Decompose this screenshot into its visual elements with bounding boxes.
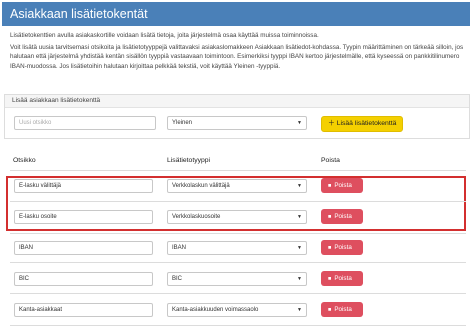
row-divider: [10, 293, 466, 294]
intro-paragraph-1: Lisätietokenttien avulla asiakaskortille…: [10, 32, 319, 39]
column-header-title: Otsikko: [13, 157, 36, 164]
intro-paragraph-2: Voit lisätä uusia tarvitsemasi otsikoita…: [10, 44, 464, 70]
delete-button-label: Poista: [334, 306, 352, 313]
caret-down-icon: ▼: [297, 120, 302, 126]
row-type-select[interactable]: Verkkolaskun välittäjä ▼: [167, 179, 307, 193]
new-type-select[interactable]: Yleinen ▼: [167, 116, 307, 130]
add-field-button[interactable]: ＋ Lisää lisätietokenttä: [321, 116, 403, 132]
delete-button-label: Poista: [334, 213, 352, 220]
delete-button[interactable]: ■ Poista: [321, 271, 363, 286]
row-type-select[interactable]: Kanta-asiakkuuden voimassaolo ▼: [167, 303, 307, 317]
trash-icon: ■: [328, 245, 332, 251]
row-type-value: Verkkolaskuosoite: [172, 214, 221, 220]
row-type-select[interactable]: IBAN ▼: [167, 241, 307, 255]
add-panel-title: Lisää asiakkaan lisätietokenttä: [5, 95, 469, 108]
trash-icon: ■: [328, 214, 332, 220]
row-title-input[interactable]: Kanta-asiakkaat: [14, 303, 153, 317]
intro-text: Lisätietokenttien avulla asiakaskortille…: [10, 31, 468, 74]
row-divider: [10, 201, 466, 202]
row-title-input[interactable]: E-lasku osoite: [14, 210, 153, 224]
new-title-input[interactable]: Uusi otsikko: [14, 116, 156, 130]
add-field-button-label: Lisää lisätietokenttä: [336, 120, 397, 127]
delete-button-label: Poista: [334, 275, 352, 282]
row-type-value: Kanta-asiakkuuden voimassaolo: [172, 307, 259, 313]
delete-button-label: Poista: [334, 244, 352, 251]
caret-down-icon: ▼: [297, 183, 302, 189]
row-title-input[interactable]: E-lasku välittäjä: [14, 179, 153, 193]
column-header-type: Lisätietotyyppi: [167, 157, 211, 164]
delete-button[interactable]: ■ Poista: [321, 302, 363, 317]
row-type-select[interactable]: BIC ▼: [167, 272, 307, 286]
delete-button-label: Poista: [334, 182, 352, 189]
row-type-value: BIC: [172, 276, 183, 282]
new-type-value: Yleinen: [172, 120, 193, 126]
delete-button[interactable]: ■ Poista: [321, 240, 363, 255]
column-header-remove: Poista: [321, 157, 340, 164]
row-title-input[interactable]: BIC: [14, 272, 153, 286]
caret-down-icon: ▼: [297, 245, 302, 251]
caret-down-icon: ▼: [297, 276, 302, 282]
delete-button[interactable]: ■ Poista: [321, 178, 363, 193]
delete-button[interactable]: ■ Poista: [321, 209, 363, 224]
row-divider: [10, 325, 466, 326]
page-header: Asiakkaan lisätietokentät: [2, 2, 470, 26]
row-type-select[interactable]: Verkkolaskuosoite ▼: [167, 210, 307, 224]
trash-icon: ■: [328, 307, 332, 313]
row-title-input[interactable]: IBAN: [14, 241, 153, 255]
header-divider: [10, 170, 466, 171]
page-title: Asiakkaan lisätietokentät: [10, 7, 148, 21]
trash-icon: ■: [328, 276, 332, 282]
caret-down-icon: ▼: [297, 307, 302, 313]
row-divider: [10, 262, 466, 263]
plus-icon: ＋: [328, 120, 335, 127]
caret-down-icon: ▼: [297, 214, 302, 220]
trash-icon: ■: [328, 183, 332, 189]
row-type-value: Verkkolaskun välittäjä: [172, 183, 230, 189]
row-divider: [10, 233, 466, 234]
row-type-value: IBAN: [172, 245, 187, 251]
